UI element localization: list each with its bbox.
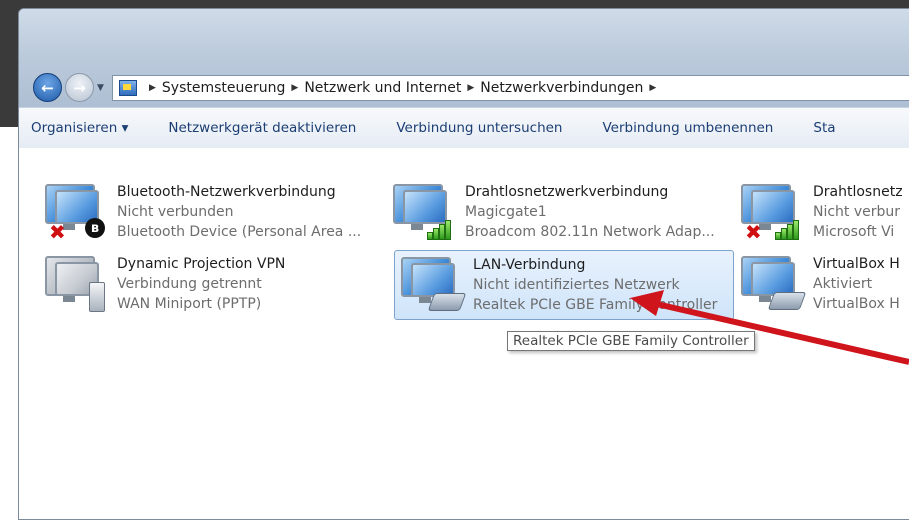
connection-name: Drahtlosnetz [813,184,903,200]
connection-device: Microsoft Vi [813,224,895,240]
command-bar: Organisieren ▾ Netzwerkgerät deaktiviere… [19,107,909,149]
back-arrow-icon: ← [41,78,54,97]
bluetooth-adapter-icon: ✖ ʙ [45,184,105,244]
signal-strength-icon [775,220,801,240]
connections-list: ✖ ʙ Bluetooth-Netzwerkverbindung Nicht v… [19,148,909,519]
connection-status: Nicht verbur [813,204,901,220]
connection-name: LAN-Verbindung [473,257,586,273]
explorer-window: ← → ▼ ▶ Systemsteuerung ▶ Netzwerk und I… [18,8,909,520]
breadcrumb-separator[interactable]: ▶ [149,83,156,93]
connection-name: Bluetooth-Netzwerkverbindung [117,184,336,200]
modem-icon [89,282,105,312]
network-cable-icon [767,292,807,310]
connection-status: Magicgate1 [465,204,547,220]
bluetooth-icon: ʙ [85,218,105,238]
forward-arrow-icon: → [73,78,86,97]
ethernet-adapter-icon [401,257,467,313]
back-button[interactable]: ← [33,73,62,102]
vpn-icon [45,256,105,312]
connection-status: Aktiviert [813,276,873,292]
connection-item[interactable]: ✖ Drahtlosnetz Nicht verbur Microsoft Vi [735,178,909,244]
organize-button[interactable]: Organisieren ▾ [19,120,148,136]
connection-item[interactable]: ✖ ʙ Bluetooth-Netzwerkverbindung Nicht v… [39,178,369,244]
address-bar[interactable]: ▶ Systemsteuerung ▶ Netzwerk und Interne… [112,75,909,101]
connection-device: Broadcom 802.11n Network Adap... [465,224,715,240]
disable-device-button[interactable]: Netzwerkgerät deaktivieren [148,120,376,136]
forward-button[interactable]: → [65,73,94,102]
breadcrumb-netzwerk-und-internet[interactable]: Netzwerk und Internet [304,80,461,96]
connection-item-selected[interactable]: LAN-Verbindung Nicht identifiziertes Net… [394,250,734,320]
connection-status: Nicht verbunden [117,204,234,220]
rename-connection-button[interactable]: Verbindung umbenennen [582,120,793,136]
connection-device: Bluetooth Device (Personal Area ... [117,224,362,240]
diagnose-connection-button[interactable]: Verbindung untersuchen [376,120,582,136]
connection-item[interactable]: Drahtlosnetzwerkverbindung Magicgate1 Br… [387,178,717,244]
disconnected-icon: ✖ [49,220,66,244]
breadcrumb-systemsteuerung[interactable]: Systemsteuerung [162,80,285,96]
connection-status: Nicht identifiziertes Netzwerk [473,277,680,293]
connection-item[interactable]: Dynamic Projection VPN Verbindung getren… [39,250,369,316]
breadcrumb-separator[interactable]: ▶ [291,83,298,93]
connection-device: Realtek PCIe GBE Family Controller [473,297,718,313]
device-tooltip: Realtek PCIe GBE Family Controller [507,331,755,351]
breadcrumb-netzwerkverbindungen[interactable]: Netzwerkverbindungen [480,80,643,96]
breadcrumb-separator[interactable]: ▶ [649,83,656,93]
connection-device: VirtualBox H [813,296,900,312]
connection-device: WAN Miniport (PPTP) [117,296,262,312]
wireless-adapter-icon [393,184,453,240]
network-cable-icon [427,293,467,311]
connection-item[interactable]: VirtualBox H Aktiviert VirtualBox H [735,250,909,316]
disconnected-icon: ✖ [745,220,762,244]
signal-strength-icon [427,220,453,240]
breadcrumb-separator[interactable]: ▶ [467,83,474,93]
connection-status: Verbindung getrennt [117,276,262,292]
connection-name: Dynamic Projection VPN [117,256,286,272]
recent-pages-dropdown[interactable]: ▼ [97,83,104,93]
ethernet-adapter-icon [741,256,807,312]
wireless-adapter-icon: ✖ [741,184,801,244]
control-panel-icon [119,80,137,96]
connection-name: Drahtlosnetzwerkverbindung [465,184,669,200]
connection-name: VirtualBox H [813,256,900,272]
status-button[interactable]: Sta [793,120,855,136]
